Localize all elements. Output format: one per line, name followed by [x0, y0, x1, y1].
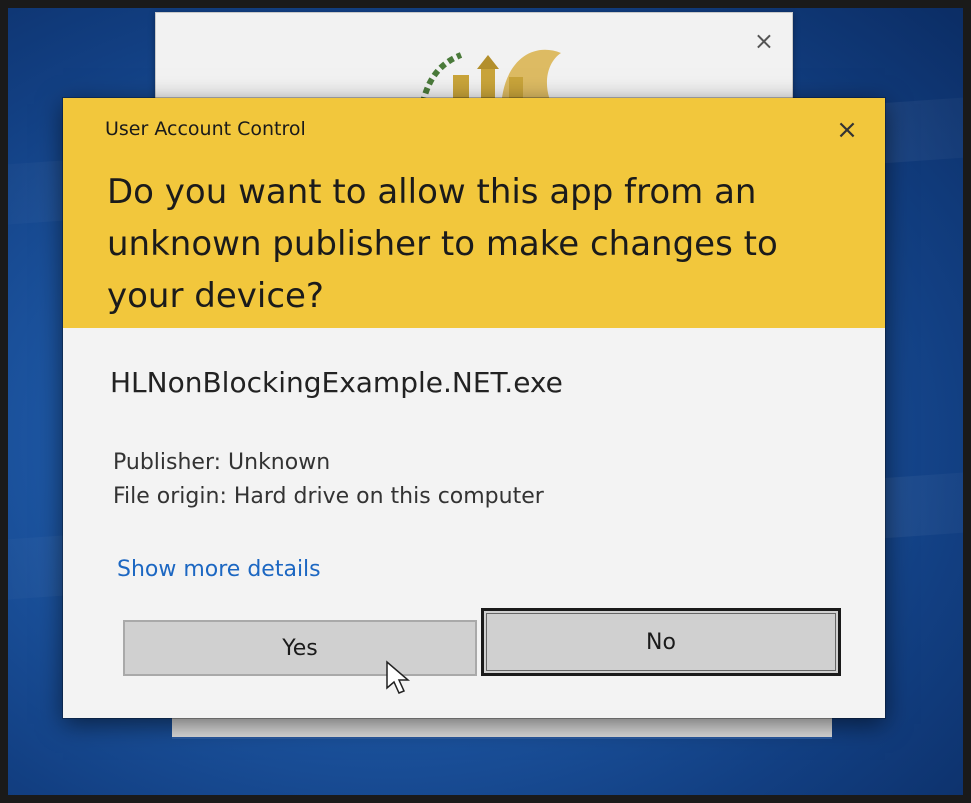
dialog-title: User Account Control [105, 118, 306, 140]
show-more-details-link[interactable]: Show more details [117, 557, 321, 582]
desktop-background: × User Account Control × Do you want to … [0, 0, 971, 803]
uac-header: User Account Control × Do you want to al… [63, 98, 885, 328]
uac-question-text: Do you want to allow this app from an un… [107, 172, 778, 316]
app-name: HLNonBlockingExample.NET.exe [110, 366, 563, 399]
close-icon[interactable]: × [831, 114, 863, 146]
yes-button[interactable]: Yes [123, 620, 477, 676]
background-window-close-icon[interactable]: × [754, 29, 774, 53]
no-button[interactable]: No [481, 608, 841, 676]
background-window[interactable]: × [155, 12, 793, 113]
background-window-lower-edge [172, 715, 832, 739]
file-origin-info: File origin: Hard drive on this computer [113, 484, 544, 509]
uac-dialog: User Account Control × Do you want to al… [63, 98, 885, 718]
publisher-info: Publisher: Unknown [113, 450, 331, 475]
mouse-cursor-icon [386, 660, 411, 694]
